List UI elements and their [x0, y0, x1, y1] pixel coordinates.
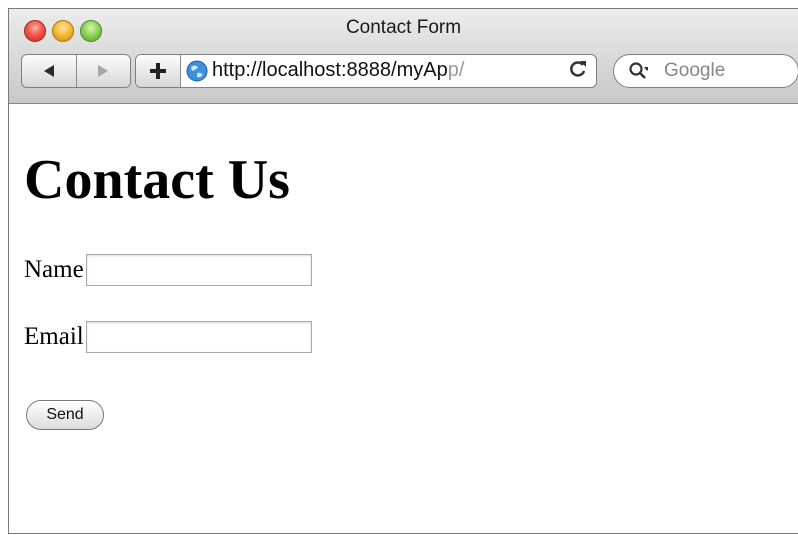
email-input[interactable]	[85, 321, 312, 353]
search-placeholder: Google	[664, 60, 726, 81]
send-button[interactable]: Send	[26, 400, 104, 430]
browser-window: Contact Form http://localhost:8888/myApp…	[8, 8, 798, 534]
name-label: Name	[24, 256, 84, 283]
email-label: Email	[24, 323, 84, 350]
address-bar[interactable]: http://localhost:8888/myApp/	[135, 54, 597, 88]
name-row: Name	[24, 254, 312, 286]
reload-icon[interactable]	[568, 58, 588, 86]
browser-toolbar: Contact Form http://localhost:8888/myApp…	[9, 9, 798, 104]
page-heading: Contact Us	[24, 149, 290, 211]
url-text: http://localhost:8888/myApp/	[212, 59, 465, 81]
forward-button[interactable]	[75, 55, 131, 87]
back-arrow-icon	[43, 65, 54, 77]
window-title: Contact Form	[345, 17, 462, 38]
name-input[interactable]	[85, 254, 312, 286]
email-row: Email	[24, 321, 312, 353]
add-bookmark-button[interactable]	[136, 55, 181, 87]
search-field[interactable]: Google	[613, 54, 798, 88]
plus-icon	[150, 63, 166, 79]
forward-arrow-icon	[98, 65, 109, 77]
back-button[interactable]	[22, 55, 76, 87]
search-icon	[629, 62, 648, 79]
nav-buttons	[21, 54, 131, 88]
page-content: Contact Us Name Email Send	[9, 104, 798, 533]
reload-glyph	[570, 61, 586, 77]
globe-icon	[186, 60, 208, 82]
